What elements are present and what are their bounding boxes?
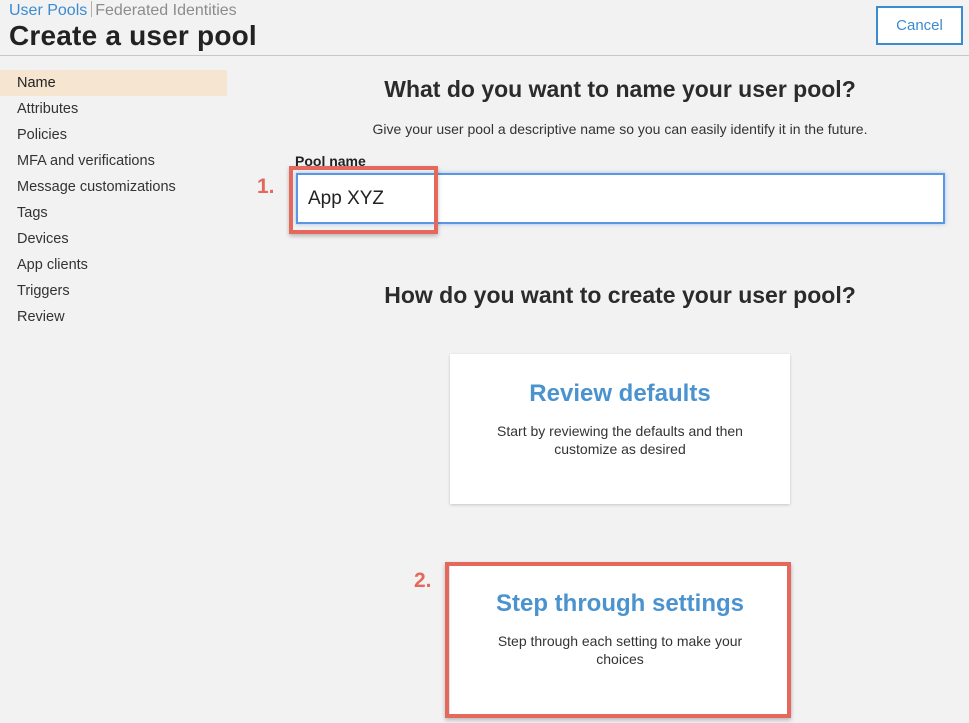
create-user-pool-page: User Pools Federated Identities Create a …	[0, 0, 969, 723]
review-defaults-description: Start by reviewing the defaults and then…	[497, 423, 743, 457]
main-content: What do you want to name your user pool?…	[275, 56, 969, 723]
tab-federated-identities[interactable]: Federated Identities	[95, 2, 236, 19]
sidebar-item-mfa-and-verifications[interactable]: MFA and verifications	[0, 148, 227, 174]
review-defaults-option[interactable]: Review defaults Start by reviewing the d…	[450, 354, 790, 504]
sidebar-item-tags[interactable]: Tags	[0, 200, 227, 226]
pool-name-input[interactable]	[296, 173, 945, 224]
create-heading: How do you want to create your user pool…	[384, 282, 856, 308]
service-tabs: User Pools Federated Identities	[9, 1, 237, 20]
header: User Pools Federated Identities Create a …	[0, 0, 969, 56]
sidebar-item-app-clients[interactable]: App clients	[0, 252, 227, 278]
cancel-button[interactable]: Cancel	[876, 6, 963, 45]
sidebar-item-triggers[interactable]: Triggers	[0, 278, 227, 304]
name-heading: What do you want to name your user pool?	[384, 76, 856, 102]
sidebar-item-message-customizations[interactable]: Message customizations	[0, 174, 227, 200]
step-through-settings-title: Step through settings	[496, 590, 744, 617]
tab-user-pools[interactable]: User Pools	[9, 2, 87, 19]
sidebar-item-devices[interactable]: Devices	[0, 226, 227, 252]
name-subtitle: Give your user pool a descriptive name s…	[372, 121, 868, 137]
annotation-step-2: 2.	[414, 569, 432, 592]
step-through-settings-description: Step through each setting to make your c…	[497, 633, 743, 667]
pool-name-label: Pool name	[295, 153, 366, 169]
review-defaults-title: Review defaults	[529, 380, 711, 407]
page-title: Create a user pool	[9, 20, 257, 51]
step-through-settings-option[interactable]: Step through settings Step through each …	[450, 564, 790, 714]
sidebar-nav: Name Attributes Policies MFA and verific…	[0, 70, 227, 330]
annotation-step-1: 1.	[257, 175, 275, 198]
sidebar-item-attributes[interactable]: Attributes	[0, 96, 227, 122]
sidebar-item-review[interactable]: Review	[0, 304, 227, 330]
tab-divider	[91, 1, 93, 17]
sidebar-item-policies[interactable]: Policies	[0, 122, 227, 148]
sidebar-item-name[interactable]: Name	[0, 70, 227, 96]
